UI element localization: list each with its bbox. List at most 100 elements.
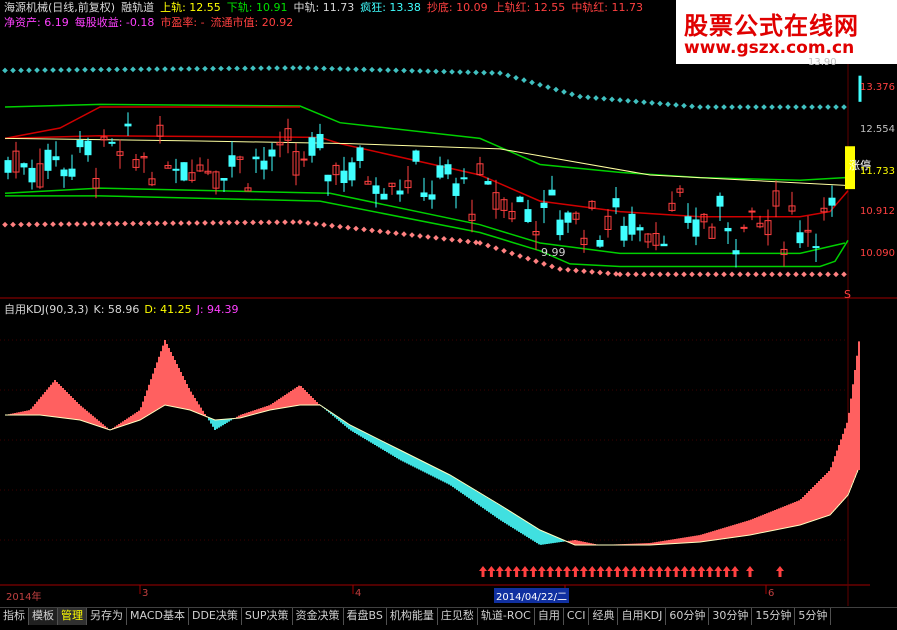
tab-1[interactable]: 模板 <box>29 608 58 625</box>
crazy-dot <box>697 104 703 110</box>
crazy-dot <box>305 65 311 71</box>
bottom-dot <box>525 255 531 262</box>
bottom-dot <box>74 221 80 227</box>
buy-arrow <box>579 566 588 577</box>
bottom-dot <box>465 238 471 245</box>
tab-8[interactable]: 看盘BS <box>344 608 387 625</box>
candle-body <box>796 232 804 244</box>
fundamental-value-3: 流通市值: 20.92 <box>210 16 294 29</box>
bottom-dot <box>801 271 807 278</box>
annotation-low_price: 9.99 <box>541 246 566 259</box>
buy-arrow <box>504 566 513 577</box>
crazy-dot <box>178 66 184 72</box>
bottom-dot <box>393 230 399 237</box>
bottom-dot <box>162 220 168 227</box>
candle-body <box>812 246 820 249</box>
bottom-dot <box>42 221 48 228</box>
candle-body <box>180 162 188 181</box>
header-value-3: 下轨: 10.91 <box>226 1 288 14</box>
price-axis-label: 10.090 <box>860 248 895 259</box>
crazy-dot <box>353 66 359 73</box>
candle-body <box>748 210 756 213</box>
bottom-dot <box>493 245 499 252</box>
header-value-4: 中轨: 11.73 <box>293 1 355 14</box>
buy-arrow <box>638 566 647 577</box>
tab-16[interactable]: 60分钟 <box>666 608 710 625</box>
buy-arrow <box>655 566 664 577</box>
price-axis-label: 11.733 <box>860 166 895 177</box>
crazy-dot <box>90 66 96 73</box>
crazy-dot <box>369 66 375 73</box>
bottom-dot <box>517 253 523 259</box>
crazy-dot <box>393 67 399 74</box>
bottom-dot <box>369 227 375 234</box>
tab-7[interactable]: 资金决策 <box>293 608 344 625</box>
candle-body <box>636 227 644 231</box>
buy-arrow <box>521 566 529 577</box>
crazy-dot <box>321 65 327 72</box>
crazy-dot <box>202 65 208 72</box>
crazy-dot <box>841 104 847 110</box>
tab-10[interactable]: 庄见愁 <box>438 608 478 625</box>
tab-0[interactable]: 指标 <box>0 608 29 625</box>
bottom-dot <box>377 228 383 235</box>
kdj-header: 自用KDJ(90,3,3) K: 58.96 D: 41.25 J: 94.39 <box>4 301 244 317</box>
bottom-dot <box>186 220 192 226</box>
candle-body <box>548 189 556 196</box>
crazy-dot <box>162 66 168 72</box>
bottom-dot <box>305 220 311 226</box>
buy-arrow <box>621 566 630 577</box>
fundamental-value-1: 每股收益: -0.18 <box>74 16 155 29</box>
tab-9[interactable]: 机构能量 <box>387 608 438 625</box>
bottom-dot <box>26 221 32 228</box>
crazy-dot <box>98 66 104 73</box>
tab-6[interactable]: SUP决策 <box>242 608 293 625</box>
crazy-dot <box>122 66 128 73</box>
bottom-dot <box>58 221 64 227</box>
candle-body <box>108 141 116 144</box>
bottom-dot <box>425 234 431 240</box>
crazy-dot <box>401 67 407 74</box>
bottom-dot <box>297 219 303 225</box>
fundamentals-header-line: 净资产: 6.19 每股收益: -0.18 市盈率: - 流通市值: 20.92 <box>4 16 299 30</box>
bottom-dot <box>785 271 791 278</box>
buy-arrow <box>546 566 555 577</box>
bottom-dot <box>361 226 367 233</box>
header-value-0: 海源机械(日线,前复权) <box>4 1 116 14</box>
tab-5[interactable]: DDE决策 <box>189 608 242 625</box>
tab-11[interactable]: 轨道-ROC <box>478 608 535 625</box>
tab-12[interactable]: 自用 <box>535 608 564 625</box>
crazy-dot <box>425 68 431 75</box>
candle-body <box>396 190 404 195</box>
tab-15[interactable]: 自用KDJ <box>618 608 667 625</box>
tab-4[interactable]: MACD基本 <box>127 608 189 625</box>
crazy-dot <box>449 68 455 75</box>
crazy-dot <box>138 66 144 73</box>
tab-18[interactable]: 15分钟 <box>752 608 796 625</box>
tab-19[interactable]: 5分钟 <box>795 608 832 625</box>
crazy-dot <box>561 89 567 95</box>
tab-14[interactable]: 经典 <box>589 608 619 625</box>
bottom-dot <box>477 240 483 246</box>
header-value-5: 疯狂: 13.38 <box>360 1 421 14</box>
bottom-dot <box>194 220 200 226</box>
crazy-dot <box>521 77 527 83</box>
buy-arrow <box>714 566 723 577</box>
tab-3[interactable]: 另存为 <box>87 608 127 625</box>
crazy-dot <box>313 65 319 72</box>
bottom-dot <box>777 271 783 278</box>
crazy-dot <box>50 67 56 73</box>
bottom-dot <box>809 271 815 278</box>
tab-13[interactable]: CCI <box>564 608 590 625</box>
crazy-dot <box>274 65 280 71</box>
crazy-dot <box>569 91 575 98</box>
bottom-dot <box>713 271 719 278</box>
tab-2[interactable]: 管理 <box>58 608 87 625</box>
bottom-dot <box>178 220 184 226</box>
crazy-dot <box>713 104 719 110</box>
red-band-line <box>4 106 300 140</box>
candle-body <box>60 169 68 177</box>
crazy-dot <box>617 97 623 103</box>
tab-17[interactable]: 30分钟 <box>709 608 753 625</box>
candle-body <box>124 123 132 127</box>
